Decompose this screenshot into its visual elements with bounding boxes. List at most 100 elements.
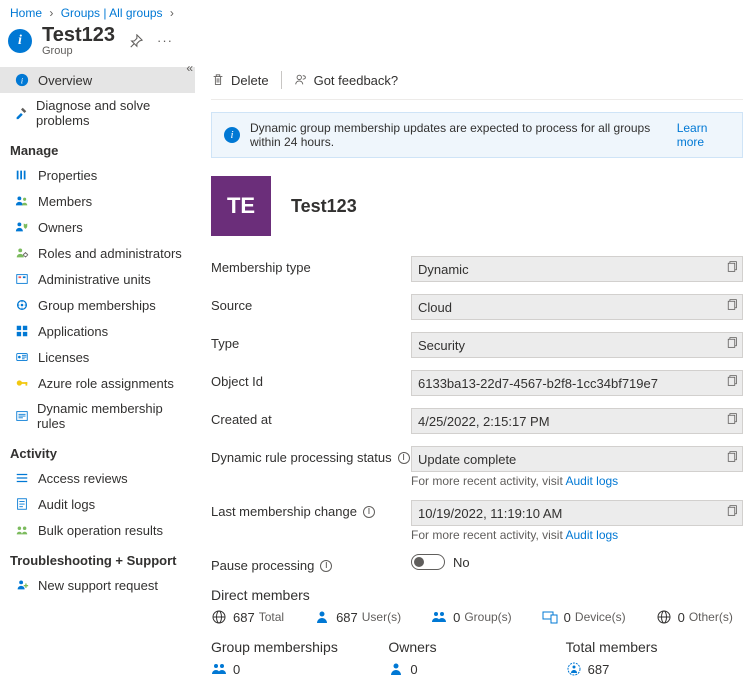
pause-processing-toggle[interactable] <box>411 554 445 570</box>
sidebar-item-access-reviews[interactable]: Access reviews <box>0 465 195 491</box>
prop-object-id: Object Id 6133ba13-22d7-4567-b2f8-1cc34b… <box>211 370 743 396</box>
sidebar-item-new-support[interactable]: New support request <box>0 572 195 598</box>
sidebar-item-group-memberships[interactable]: Group memberships <box>0 292 195 318</box>
stat-groups[interactable]: 0 Group(s) <box>431 609 512 625</box>
total-members-heading: Total members <box>566 639 743 655</box>
prop-value: 10/19/2022, 11:19:10 AM <box>418 506 562 521</box>
user-icon <box>388 661 404 677</box>
info-hint-icon[interactable]: i <box>398 452 410 464</box>
dynamic-rules-icon <box>14 408 29 424</box>
sidebar-item-azure-role[interactable]: Azure role assignments <box>0 370 195 396</box>
prop-label: Pause processing i <box>211 554 411 573</box>
wrench-icon <box>14 105 28 121</box>
prop-label: Dynamic rule processing status i <box>211 446 411 465</box>
toggle-value: No <box>453 555 470 570</box>
prop-value-field: 10/19/2022, 11:19:10 AM <box>411 500 743 526</box>
stat-number: 0 <box>410 662 417 677</box>
feedback-button[interactable]: Got feedback? <box>294 73 399 88</box>
delete-button[interactable]: Delete <box>211 73 269 88</box>
stat-number: 0 <box>233 662 240 677</box>
audit-logs-link[interactable]: Audit logs <box>565 474 618 488</box>
stat-total-members[interactable]: 687 <box>566 661 614 677</box>
stat-number: 687 <box>336 610 358 625</box>
info-icon: i <box>224 127 240 143</box>
breadcrumb-home[interactable]: Home <box>10 6 42 20</box>
more-icon[interactable]: ··· <box>157 33 173 48</box>
sidebar-item-label: Properties <box>38 168 97 183</box>
button-label: Delete <box>231 73 269 88</box>
banner-learn-more-link[interactable]: Learn more <box>677 121 730 149</box>
stat-devices[interactable]: 0 Device(s) <box>542 609 626 625</box>
licenses-icon <box>14 349 30 365</box>
properties-icon <box>14 167 30 183</box>
breadcrumb-groups[interactable]: Groups | All groups <box>61 6 163 20</box>
collapse-sidebar-icon[interactable]: « <box>186 61 193 75</box>
sidebar-item-label: Roles and administrators <box>38 246 182 261</box>
sidebar-item-label: Members <box>38 194 92 209</box>
copy-icon[interactable] <box>725 412 738 425</box>
sidebar-item-label: Diagnose and solve problems <box>36 98 185 128</box>
group-name: Test123 <box>291 196 357 217</box>
prop-value-field: 4/25/2022, 2:15:17 PM <box>411 408 743 434</box>
apps-icon <box>14 323 30 339</box>
prop-value: Cloud <box>418 300 452 315</box>
sidebar-section-troubleshooting: Troubleshooting + Support <box>0 543 195 572</box>
page-header: i Test123 Group ··· <box>0 22 755 61</box>
audit-logs-link[interactable]: Audit logs <box>565 528 618 542</box>
sidebar-section-manage: Manage <box>0 133 195 162</box>
stat-number: 687 <box>233 610 255 625</box>
sidebar-item-overview[interactable]: i Overview <box>0 67 195 93</box>
copy-icon[interactable] <box>725 298 738 311</box>
sidebar-item-admin-units[interactable]: Administrative units <box>0 266 195 292</box>
info-hint-icon[interactable]: i <box>320 560 332 572</box>
stat-total[interactable]: 687 Total <box>211 609 284 625</box>
stat-group-memberships[interactable]: 0 <box>211 661 244 677</box>
pin-icon[interactable] <box>129 34 143 48</box>
stat-number: 0 <box>453 610 460 625</box>
button-label: Got feedback? <box>314 73 399 88</box>
prop-value-field: 6133ba13-22d7-4567-b2f8-1cc34bf719e7 <box>411 370 743 396</box>
sidebar-item-owners[interactable]: Owners <box>0 214 195 240</box>
stat-number: 0 <box>678 610 685 625</box>
sidebar-item-label: Applications <box>38 324 108 339</box>
copy-icon[interactable] <box>725 336 738 349</box>
sidebar-item-applications[interactable]: Applications <box>0 318 195 344</box>
prop-label: Source <box>211 294 411 313</box>
key-icon <box>14 375 30 391</box>
group-avatar: TE <box>211 176 271 236</box>
prop-rule-status: Dynamic rule processing status i Update … <box>211 446 743 488</box>
sidebar-item-label: Azure role assignments <box>38 376 174 391</box>
sidebar-item-roles[interactable]: Roles and administrators <box>0 240 195 266</box>
page-subtitle: Group <box>42 45 115 57</box>
sidebar-item-audit-logs[interactable]: Audit logs <box>0 491 195 517</box>
sidebar-item-label: Administrative units <box>38 272 151 287</box>
prop-value: Dynamic <box>418 262 469 277</box>
sidebar-item-licenses[interactable]: Licenses <box>0 344 195 370</box>
sidebar-section-activity: Activity <box>0 436 195 465</box>
stat-users[interactable]: 687 User(s) <box>314 609 401 625</box>
copy-icon[interactable] <box>725 504 738 517</box>
copy-icon[interactable] <box>725 374 738 387</box>
sidebar-item-diagnose[interactable]: Diagnose and solve problems <box>0 93 195 133</box>
prop-label: Last membership change i <box>211 500 411 519</box>
info-icon: i <box>8 29 32 53</box>
sidebar-item-label: Bulk operation results <box>38 523 163 538</box>
sidebar-item-properties[interactable]: Properties <box>0 162 195 188</box>
sidebar-item-bulk-results[interactable]: Bulk operation results <box>0 517 195 543</box>
prop-label: Membership type <box>211 256 411 275</box>
copy-icon[interactable] <box>725 260 738 273</box>
support-icon <box>14 577 30 593</box>
list-icon <box>14 470 30 486</box>
copy-icon[interactable] <box>725 450 738 463</box>
globe-icon <box>656 609 672 625</box>
properties-list: Membership type Dynamic Source Cloud <box>211 256 743 573</box>
prop-value: 6133ba13-22d7-4567-b2f8-1cc34bf719e7 <box>418 376 658 391</box>
sidebar-item-label: Dynamic membership rules <box>37 401 185 431</box>
stat-owners[interactable]: 0 <box>388 661 421 677</box>
stat-others[interactable]: 0 Other(s) <box>656 609 733 625</box>
prop-value-field: Cloud <box>411 294 743 320</box>
sidebar-item-members[interactable]: Members <box>0 188 195 214</box>
info-hint-icon[interactable]: i <box>363 506 375 518</box>
sidebar-item-dynamic-rules[interactable]: Dynamic membership rules <box>0 396 195 436</box>
banner-text: Dynamic group membership updates are exp… <box>250 121 673 149</box>
